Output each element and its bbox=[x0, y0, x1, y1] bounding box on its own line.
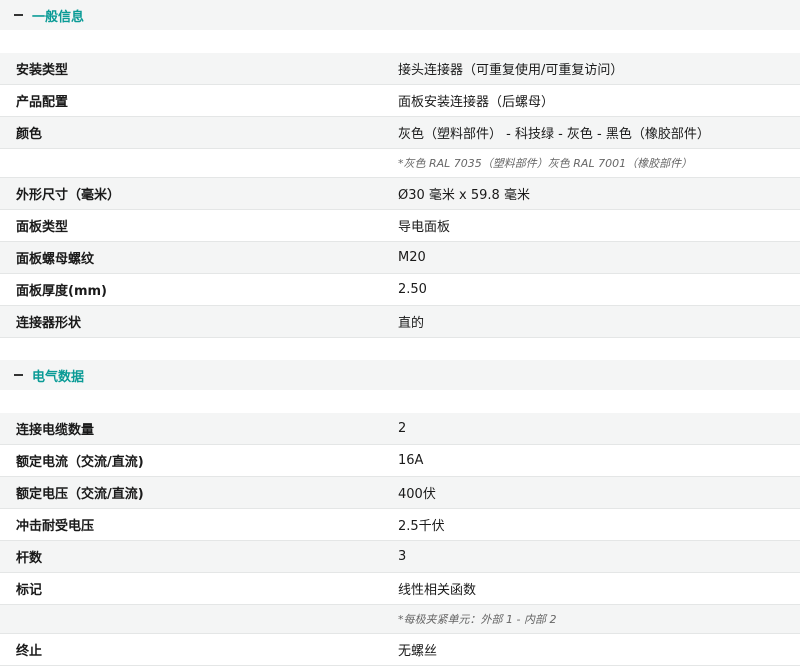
spec-label: 标记 bbox=[16, 583, 43, 598]
spec-value: Ø30 毫米 x 59.8 毫米 bbox=[398, 188, 530, 203]
spec-label: 连接器形状 bbox=[16, 316, 82, 331]
spec-label: 颜色 bbox=[16, 127, 43, 142]
spec-note: *灰色 RAL 7035（塑料部件）灰色 RAL 7001（橡胶部件） bbox=[398, 157, 693, 170]
spec-row-impulse-voltage: 冲击耐受电压 2.5千伏 bbox=[0, 509, 800, 541]
spec-note: *每极夹紧单元：外部 1 - 内部 2 bbox=[398, 613, 557, 626]
spec-label: 产品配置 bbox=[16, 95, 69, 110]
spec-row-color-note: *灰色 RAL 7035（塑料部件）灰色 RAL 7001（橡胶部件） bbox=[0, 149, 800, 178]
spec-label: 额定电流（交流/直流) bbox=[16, 455, 144, 470]
spec-row-nut-thread: 面板螺母螺纹 M20 bbox=[0, 242, 800, 274]
section-title-electrical: 电气数据 bbox=[32, 369, 85, 385]
spec-label: 面板类型 bbox=[16, 220, 69, 235]
section-title-general: 一般信息 bbox=[32, 9, 85, 25]
spec-row-product-config: 产品配置 面板安装连接器（后螺母） bbox=[0, 85, 800, 117]
spec-label: 杆数 bbox=[16, 551, 43, 566]
general-spec-table: 安装类型 接头连接器（可重复使用/可重复访问） 产品配置 面板安装连接器（后螺母… bbox=[0, 53, 800, 338]
spec-label: 连接电缆数量 bbox=[16, 423, 95, 438]
spec-label: 额定电压（交流/直流) bbox=[16, 487, 144, 502]
spec-row-color: 颜色 灰色（塑料部件） - 科技绿 - 灰色 - 黑色（橡胶部件） bbox=[0, 117, 800, 149]
spec-value: 2 bbox=[398, 421, 407, 436]
collapse-minus-icon[interactable] bbox=[14, 374, 23, 376]
spec-row-marking: 标记 线性相关函数 bbox=[0, 573, 800, 605]
spec-label: 面板螺母螺纹 bbox=[16, 252, 95, 267]
spec-label: 面板厚度(mm) bbox=[16, 284, 107, 299]
spec-value: 灰色（塑料部件） - 科技绿 - 灰色 - 黑色（橡胶部件） bbox=[398, 127, 710, 142]
spec-row-cable-count: 连接电缆数量 2 bbox=[0, 413, 800, 445]
spec-label: 安装类型 bbox=[16, 63, 69, 78]
spec-row-panel-thickness: 面板厚度(mm) 2.50 bbox=[0, 274, 800, 306]
spec-value: 2.5千伏 bbox=[398, 519, 445, 534]
spec-row-panel-type: 面板类型 导电面板 bbox=[0, 210, 800, 242]
collapse-minus-icon[interactable] bbox=[14, 14, 23, 16]
spec-value: 线性相关函数 bbox=[398, 583, 477, 598]
spec-value: 接头连接器（可重复使用/可重复访问） bbox=[398, 63, 624, 78]
spec-row-rated-current: 额定电流（交流/直流) 16A bbox=[0, 445, 800, 477]
section-header-general[interactable]: 一般信息 bbox=[0, 0, 800, 30]
spec-row-rated-voltage: 额定电压（交流/直流) 400伏 bbox=[0, 477, 800, 509]
spec-value: 无螺丝 bbox=[398, 644, 438, 659]
spec-label: 冲击耐受电压 bbox=[16, 519, 95, 534]
spec-row-mount-type: 安装类型 接头连接器（可重复使用/可重复访问） bbox=[0, 53, 800, 85]
spec-value: 导电面板 bbox=[398, 220, 451, 235]
spec-row-connector-shape: 连接器形状 直的 bbox=[0, 306, 800, 338]
spec-value: 2.50 bbox=[398, 282, 427, 297]
spec-value: 面板安装连接器（后螺母） bbox=[398, 95, 555, 110]
spec-value: 直的 bbox=[398, 316, 425, 331]
spec-value: 400伏 bbox=[398, 487, 436, 502]
spec-row-clamp-note: *每极夹紧单元：外部 1 - 内部 2 bbox=[0, 605, 800, 634]
spec-row-termination: 终止 无螺丝 bbox=[0, 634, 800, 666]
spec-row-poles: 杆数 3 bbox=[0, 541, 800, 573]
electrical-spec-table: 连接电缆数量 2 额定电流（交流/直流) 16A 额定电压（交流/直流) 400… bbox=[0, 413, 800, 666]
spec-label: 外形尺寸（毫米） bbox=[16, 188, 121, 203]
spec-value: 16A bbox=[398, 453, 424, 468]
spec-page: 一般信息 安装类型 接头连接器（可重复使用/可重复访问） 产品配置 面板安装连接… bbox=[0, 0, 800, 666]
spec-value: M20 bbox=[398, 250, 426, 265]
section-header-electrical[interactable]: 电气数据 bbox=[0, 360, 800, 390]
spec-label: 终止 bbox=[16, 644, 43, 659]
spec-row-dimensions: 外形尺寸（毫米） Ø30 毫米 x 59.8 毫米 bbox=[0, 178, 800, 210]
spec-value: 3 bbox=[398, 549, 407, 564]
